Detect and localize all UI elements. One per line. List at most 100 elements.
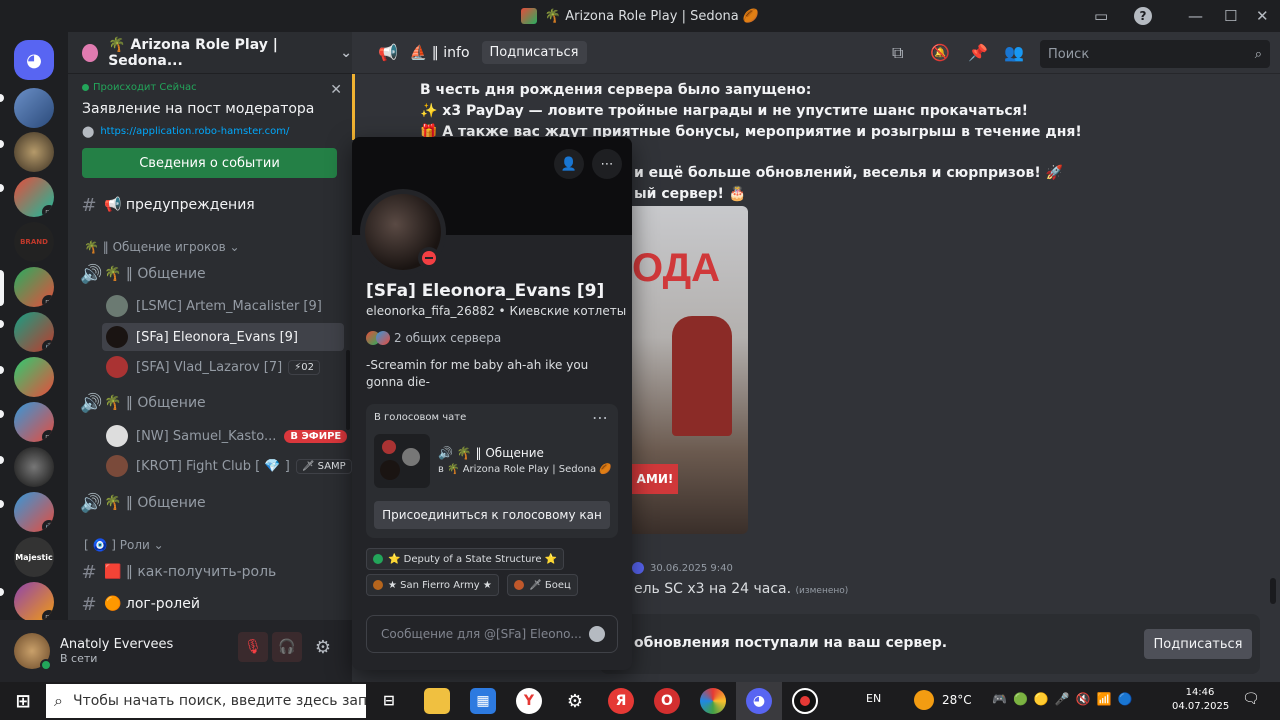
channel-name: ⛵ ‖ info — [409, 44, 470, 61]
server-icon[interactable]: BRAND — [14, 222, 54, 262]
voice-channel-general-2[interactable]: 🔊 🌴 ‖ Общение — [76, 389, 344, 417]
record-icon[interactable] — [792, 688, 818, 714]
settings-gear-icon[interactable]: ⚙ — [562, 688, 588, 714]
task-view-icon[interactable]: ⊟ — [376, 688, 402, 714]
user-tag: 🗡 SAMP — [295, 458, 352, 474]
profile-bio: -Screamin for me baby ah-ah ike you gonn… — [366, 358, 589, 389]
system-tray-icons[interactable]: 🎮🟢🟡🎤🔇📶🔵 — [992, 692, 1139, 706]
join-voice-button[interactable]: Присоединиться к голосовому кан — [374, 501, 610, 529]
more-options-icon[interactable]: ⋯ — [592, 149, 622, 179]
server-icon[interactable]: ◫ — [14, 177, 54, 217]
opera-icon[interactable]: O — [654, 688, 680, 714]
language-indicator[interactable]: EN — [866, 692, 881, 705]
discord-icon[interactable]: ◕ — [746, 688, 772, 714]
server-icon[interactable] — [14, 132, 54, 172]
avatar — [106, 295, 128, 317]
search-input[interactable]: Поиск ⌕ — [1040, 40, 1270, 68]
message-timestamp: 30.06.2025 9:40 — [650, 563, 733, 574]
avatar[interactable] — [14, 633, 52, 671]
direct-message-input[interactable]: Сообщение для @[SFa] Eleono... — [366, 615, 618, 653]
subscribe-button[interactable]: Подписаться — [481, 41, 587, 64]
voice-section-title: В голосовом чате — [374, 412, 467, 423]
voice-participants — [374, 434, 430, 488]
app-icon — [520, 8, 537, 24]
mic-muted-icon[interactable]: 🎙 — [238, 632, 268, 662]
server-icon[interactable]: 🔊 — [14, 492, 54, 532]
event-details-button[interactable]: Сведения о событии — [82, 148, 337, 178]
server-icon[interactable] — [14, 447, 54, 487]
voice-activity-card: В голосовом чате ⋯ 🔊 🌴 ‖ Общение в 🌴 Ari… — [366, 404, 618, 538]
user-tag: ⚡02 — [288, 359, 320, 375]
voice-user[interactable]: [NW] Samuel_Kasto... В ЭФИРЕ — [106, 422, 348, 450]
channel-role-log[interactable]: # 🟠 лог-ролей — [76, 590, 344, 618]
live-badge: В ЭФИРЕ — [284, 429, 348, 443]
voice-channel-general-1[interactable]: 🔊 🌴 ‖ Общение — [76, 260, 344, 288]
file-explorer-icon[interactable] — [424, 688, 450, 714]
close-icon[interactable]: ✕ — [330, 82, 342, 98]
inbox-icon[interactable]: ▭ — [1094, 0, 1108, 32]
server-icon — [376, 331, 390, 345]
voice-user[interactable]: [SFA] Vlad_Lazarov [7] ⚡02 — [106, 353, 320, 381]
category-roles[interactable]: [ 🧿 ] Роли ⌄ — [84, 538, 164, 552]
voice-user[interactable]: [LSMC] Artem_Macalister [9] — [106, 292, 322, 320]
username: Anatoly Evervees — [60, 637, 174, 652]
taskbar-search-input[interactable]: ⌕ Чтобы начать поиск, введите здесь запр… — [46, 684, 366, 718]
threads-icon[interactable]: ⧉ — [892, 43, 903, 63]
notifications-icon[interactable]: 🗨 — [1242, 691, 1260, 707]
weather-temp[interactable]: 28°C — [942, 693, 972, 707]
server-icon[interactable]: ◫ — [14, 267, 54, 307]
pin-icon[interactable]: 📌 — [968, 43, 988, 62]
more-options-icon[interactable]: ⋯ — [592, 408, 608, 427]
close-button[interactable]: ✕ — [1256, 0, 1269, 32]
scrollbar-thumb[interactable] — [1270, 578, 1276, 604]
message-line: и ещё больше обновлений, веселья и сюрпр… — [634, 165, 1064, 181]
voice-user-selected[interactable]: [SFa] Eleonora_Evans [9] — [102, 323, 344, 351]
category-player-chat[interactable]: 🌴 ‖ Общение игроков ⌄ — [84, 240, 240, 254]
voice-channel-name: 🔊 🌴 ‖ Общение — [438, 446, 544, 460]
weather-icon[interactable] — [914, 690, 934, 710]
author-avatar[interactable] — [632, 562, 644, 574]
edited-label: (изменено) — [795, 586, 849, 596]
server-rail: ◕ ◫ BRAND ◫ 🔊 ◫ 🔊 Majestic ◫ — [0, 32, 68, 682]
voice-server-name: в 🌴 Arizona Role Play | Sedona 🏉 — [438, 464, 612, 475]
server-header[interactable]: 🌴 Arizona Role Play | Sedona... ⌄ — [68, 32, 352, 74]
server-icon[interactable]: ◫ — [14, 582, 54, 622]
image-figure — [672, 316, 732, 436]
role-badge: ★ San Fierro Army ★ — [366, 574, 499, 596]
emoji-icon[interactable] — [589, 626, 605, 642]
location-icon: ⬤ — [82, 125, 95, 138]
windows-start-icon[interactable]: ⊞ — [10, 688, 36, 714]
sidebar-scrollbar[interactable] — [346, 350, 350, 430]
yandex-browser-icon[interactable]: Y — [516, 688, 542, 714]
event-link[interactable]: https://application.robo-hamster.com/ — [100, 126, 289, 137]
channel-how-to-get-role[interactable]: # 🟥 ‖ как-получить-роль — [76, 558, 344, 586]
voice-user[interactable]: [KROT] Fight Club [ 💎 ] 🗡 SAMP — [106, 452, 352, 480]
system-clock[interactable]: 14:46 04.07.2025 — [1172, 686, 1229, 714]
server-name: 🌴 Arizona Role Play | Sedona... — [108, 36, 278, 69]
channel-warnings[interactable]: # 📢 предупреждения — [76, 191, 344, 219]
user-profile-popout: 👤 ⋯ [SFa] Eleonora_Evans [9] eleonorka_f… — [352, 137, 632, 670]
store-icon[interactable]: ▦ — [470, 688, 496, 714]
server-icon[interactable]: 🔊 — [14, 312, 54, 352]
voice-channel-general-3[interactable]: 🔊 🌴 ‖ Общение — [76, 489, 344, 517]
member-list-icon[interactable]: 👥 — [1004, 43, 1024, 62]
server-icon[interactable] — [14, 88, 54, 128]
mutual-servers[interactable]: 2 общих сервера — [366, 331, 501, 345]
maximize-button[interactable]: ☐ — [1224, 0, 1237, 32]
server-icon[interactable] — [14, 357, 54, 397]
subscribe-banner-button[interactable]: Подписаться — [1144, 629, 1252, 659]
headphones-muted-icon[interactable]: 🎧 — [272, 632, 302, 662]
message-line: В честь дня рождения сервера было запуще… — [420, 82, 812, 98]
yandex-icon[interactable]: Я — [608, 688, 634, 714]
minimize-button[interactable]: — — [1188, 0, 1203, 32]
window-titlebar: 🌴 Arizona Role Play | Sedona 🏉 — [0, 0, 1280, 32]
server-icon[interactable]: ◫ — [14, 402, 54, 442]
discord-home-icon[interactable]: ◕ — [14, 40, 54, 80]
chrome-icon[interactable] — [700, 688, 726, 714]
settings-gear-icon[interactable]: ⚙ — [308, 632, 338, 662]
server-icon[interactable]: Majestic — [14, 537, 54, 577]
help-icon[interactable]: ? — [1134, 0, 1152, 32]
add-friend-icon[interactable]: 👤 — [554, 149, 584, 179]
notification-muted-icon[interactable]: 🔕 — [930, 43, 950, 62]
message-image[interactable]: ОДА АМИ! — [632, 206, 748, 534]
